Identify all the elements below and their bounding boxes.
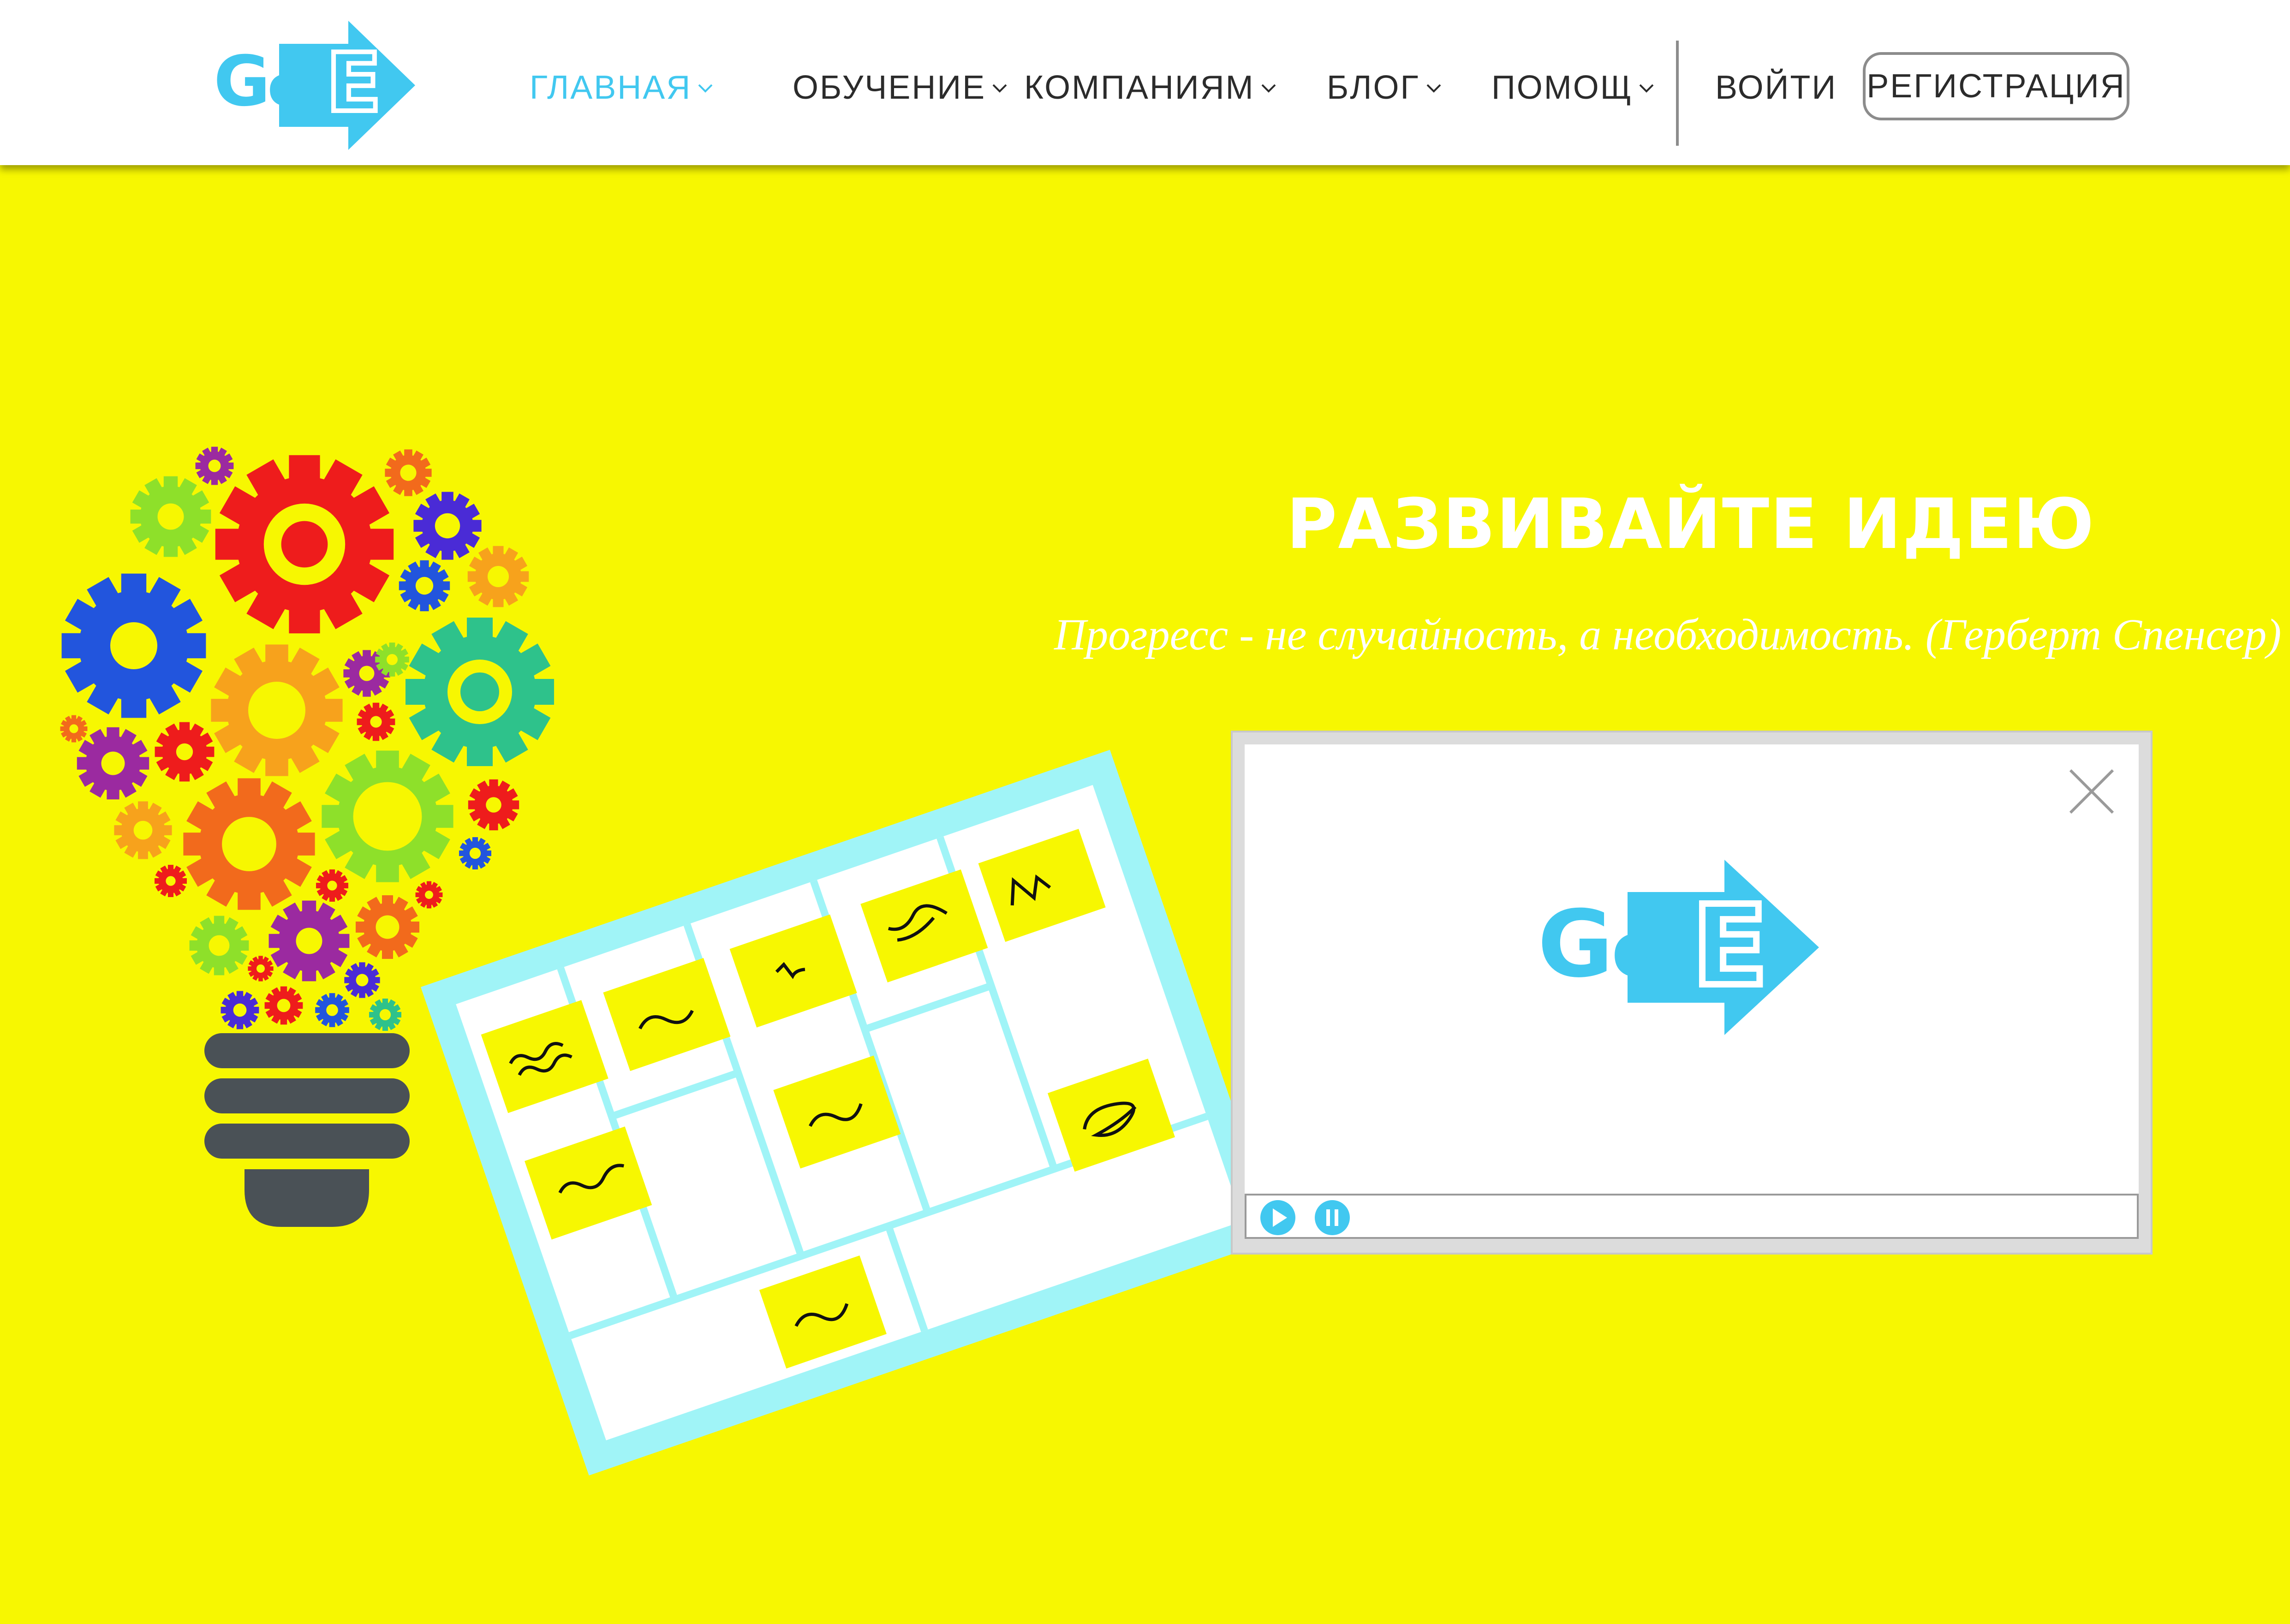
nav-item-learning[interactable]: ОБУЧЕНИЕ (793, 60, 1009, 115)
nav-item-label: ПОМОЩ (1491, 69, 1633, 106)
hero-title: РАЗВИВАЙТЕ ИДЕЮ (1286, 484, 2095, 565)
pause-icon (1326, 1209, 1338, 1226)
nav-item-blog[interactable]: БЛОГ (1327, 60, 1443, 115)
nav-item-companies[interactable]: КОМПАНИЯМ (1024, 60, 1278, 115)
svg-text:G: G (1538, 891, 1613, 998)
nav-item-label: БЛОГ (1327, 69, 1420, 106)
pause-button[interactable] (1315, 1200, 1350, 1235)
chevron-down-icon (698, 84, 713, 93)
close-icon[interactable] (2068, 767, 2116, 815)
play-icon (1273, 1208, 1287, 1227)
chevron-down-icon (1639, 84, 1654, 93)
hero-quote: Прогресс - не случайность, а необходимос… (1054, 610, 2282, 659)
player-controls (1245, 1194, 2139, 1239)
nav-item-help[interactable]: ПОМОЩ (1491, 60, 1656, 115)
video-area[interactable]: G o E (1245, 744, 2139, 1234)
nav-item-label: КОМПАНИЯМ (1024, 69, 1255, 106)
header-bar: G o E ГЛАВНАЯ ОБУЧЕНИЕ КОМПАНИЯМ БЛОГ ПО… (0, 0, 2290, 165)
chevron-down-icon (992, 84, 1007, 93)
svg-text:E: E (1692, 881, 1768, 1011)
play-button[interactable] (1260, 1200, 1295, 1235)
nav-item-label: ГЛАВНАЯ (530, 69, 692, 106)
register-button[interactable]: РЕГИСТРАЦИЯ (1863, 52, 2129, 120)
nav-divider (1676, 41, 1679, 146)
chevron-down-icon (1426, 84, 1441, 93)
goe-logo[interactable]: G o E (210, 18, 417, 152)
login-link[interactable]: ВОЙТИ (1715, 60, 1837, 115)
svg-text:G: G (214, 42, 270, 122)
svg-text:E: E (326, 36, 382, 130)
goe-logo: G o E (1538, 860, 1819, 1035)
chevron-down-icon (1261, 84, 1276, 93)
svg-text:o: o (1611, 905, 1664, 994)
nav-item-home[interactable]: ГЛАВНАЯ (530, 60, 715, 115)
nav-item-label: ОБУЧЕНИЕ (793, 69, 986, 106)
sticky-note-board (420, 750, 1278, 1475)
video-player-modal: G o E (1231, 731, 2153, 1255)
svg-text:o: o (268, 54, 305, 119)
